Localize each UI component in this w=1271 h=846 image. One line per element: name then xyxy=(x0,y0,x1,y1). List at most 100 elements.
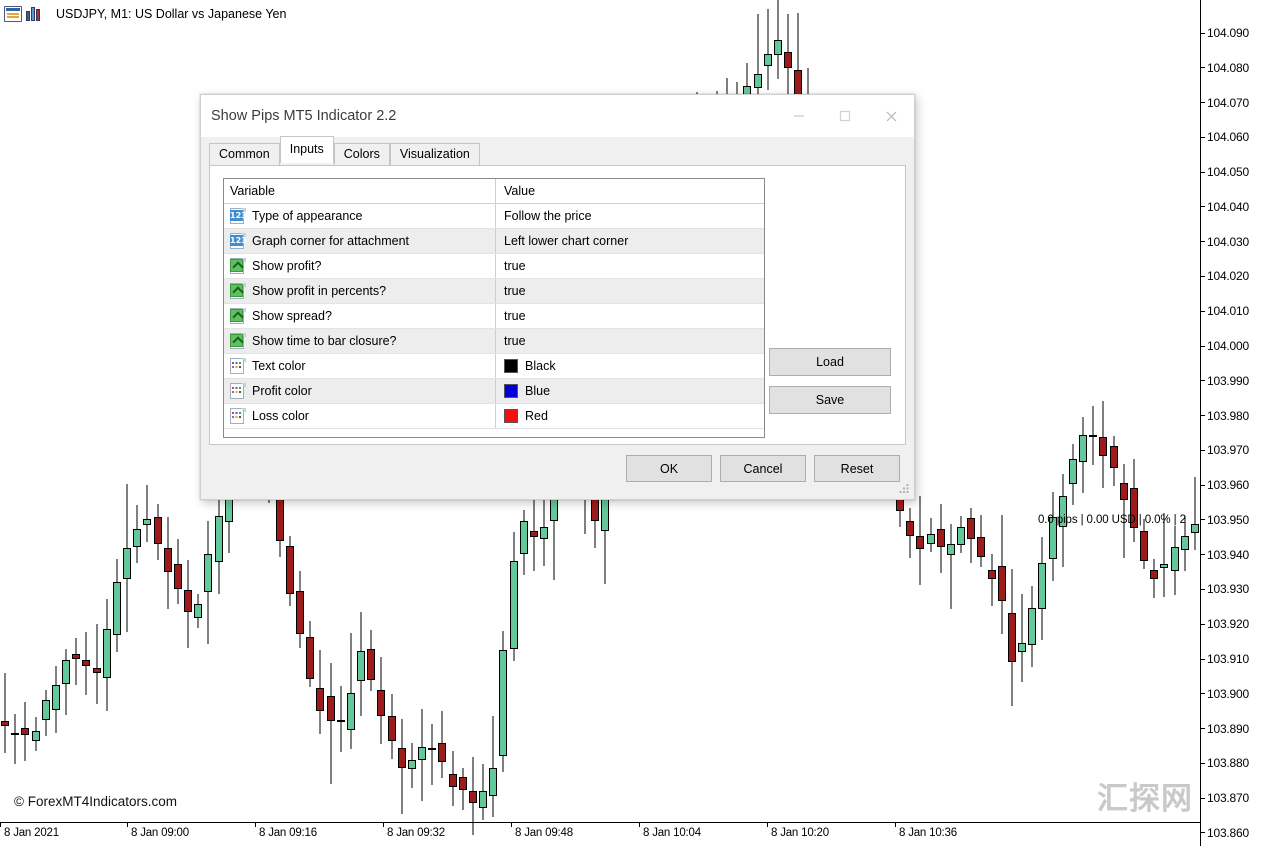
candle-body xyxy=(102,628,111,679)
candlestick xyxy=(936,28,945,822)
candlestick xyxy=(133,28,142,822)
table-row[interactable]: Show profit? true xyxy=(224,254,764,279)
candle-body xyxy=(123,547,132,580)
price-axis[interactable]: 104.090 104.080 104.070 104.060 104.050 104.0… xyxy=(1200,0,1271,846)
candle-body xyxy=(346,693,355,730)
candle-body xyxy=(519,520,528,555)
candlestick xyxy=(1048,28,1057,822)
candlestick xyxy=(153,28,162,822)
save-button[interactable]: Save xyxy=(769,386,891,414)
price-tick-label: 104.030 xyxy=(1207,234,1249,249)
candle-body xyxy=(1007,613,1016,663)
time-tick-label: 8 Jan 09:00 xyxy=(127,823,189,839)
candlestick xyxy=(11,28,20,822)
table-row[interactable]: Show time to bar closure? true xyxy=(224,329,764,354)
price-tick: 103.990 xyxy=(1201,374,1249,388)
candlestick xyxy=(957,28,966,822)
time-axis[interactable]: 8 Jan 2021 8 Jan 09:00 8 Jan 09:16 8 Jan 09… xyxy=(0,822,1200,846)
cell-value[interactable]: true xyxy=(496,254,764,278)
resize-grip[interactable] xyxy=(898,483,911,496)
inputs-tab-panel: Variable Value 123 Type of appearance Follow… xyxy=(209,165,906,445)
candle-body xyxy=(72,653,81,659)
close-button[interactable] xyxy=(868,95,914,137)
cell-value[interactable]: Follow the price xyxy=(496,204,764,228)
candlestick xyxy=(1190,28,1199,822)
table-row[interactable]: 123 Type of appearance Follow the price xyxy=(224,204,764,229)
price-tick-label: 103.880 xyxy=(1207,756,1249,771)
chart-copyright: © ForexMT4Indicators.com xyxy=(14,794,177,809)
tick-mark-icon xyxy=(1201,519,1205,521)
candlestick xyxy=(1,28,10,822)
price-tick: 103.950 xyxy=(1201,513,1249,527)
cell-variable: 123 Type of appearance xyxy=(224,204,496,228)
cell-value[interactable]: Blue xyxy=(496,379,764,403)
tick-mark-icon xyxy=(1201,206,1205,208)
tab-visualization[interactable]: Visualization xyxy=(389,143,480,166)
chart-bars-icon[interactable] xyxy=(26,6,44,22)
cell-variable: 123 Graph corner for attachment xyxy=(224,229,496,253)
table-row[interactable]: Loss color Red xyxy=(224,404,764,429)
tick-mark-icon xyxy=(1201,623,1205,625)
maximize-button[interactable] xyxy=(822,95,868,137)
color-swatch xyxy=(504,359,518,373)
table-row[interactable]: Text color Black xyxy=(224,354,764,379)
enum-icon: 123 xyxy=(230,233,247,249)
ok-button[interactable]: OK xyxy=(626,455,712,482)
cell-value[interactable]: Left lower chart corner xyxy=(496,229,764,253)
price-tick: 104.090 xyxy=(1201,26,1249,40)
candle-body xyxy=(153,517,162,544)
candlestick xyxy=(184,28,193,822)
window-controls xyxy=(776,95,914,137)
cancel-button[interactable]: Cancel xyxy=(720,455,806,482)
variable-label: Loss color xyxy=(252,409,309,423)
reset-button[interactable]: Reset xyxy=(814,455,900,482)
candle-body xyxy=(62,659,71,685)
value-label: true xyxy=(504,284,526,298)
properties-icon[interactable] xyxy=(4,6,22,22)
variable-label: Profit color xyxy=(252,384,312,398)
price-tick-label: 103.970 xyxy=(1207,443,1249,458)
enum-icon: 123 xyxy=(230,208,247,224)
price-tick: 103.890 xyxy=(1201,722,1249,736)
candlestick xyxy=(1170,28,1179,822)
preset-buttons: Load Save xyxy=(769,348,891,414)
cell-value[interactable]: true xyxy=(496,279,764,303)
candle-body xyxy=(906,520,915,537)
candlestick xyxy=(1099,28,1108,822)
candle-body xyxy=(306,636,315,679)
candle-wick xyxy=(146,485,148,542)
cell-value[interactable]: Black xyxy=(496,354,764,378)
tick-mark-icon xyxy=(1201,275,1205,277)
parameters-table[interactable]: Variable Value 123 Type of appearance Follow… xyxy=(223,178,765,438)
tick-mark-icon xyxy=(1201,484,1205,486)
minimize-button[interactable] xyxy=(776,95,822,137)
show-pips-readout: 0.0 pips | 0.00 USD | 0.0% | 2 xyxy=(1038,514,1186,526)
candle-wick xyxy=(350,632,352,750)
price-tick-label: 103.980 xyxy=(1207,408,1249,423)
table-row[interactable]: Show spread? true xyxy=(224,304,764,329)
table-row[interactable]: Show profit in percents? true xyxy=(224,279,764,304)
cell-value[interactable]: Red xyxy=(496,404,764,428)
table-row[interactable]: Profit color Blue xyxy=(224,379,764,404)
candle-body xyxy=(926,533,935,545)
candle-body xyxy=(1160,564,1169,568)
candlestick xyxy=(41,28,50,822)
cell-value[interactable]: true xyxy=(496,329,764,353)
candle-body xyxy=(194,603,203,619)
candle-body xyxy=(784,52,793,68)
dialog-titlebar[interactable]: Show Pips MT5 Indicator 2.2 xyxy=(201,95,914,137)
table-row[interactable]: 123 Graph corner for attachment Left lower… xyxy=(224,229,764,254)
price-tick-label: 103.860 xyxy=(1207,825,1249,840)
tick-mark-icon xyxy=(1201,102,1205,104)
cell-value[interactable]: true xyxy=(496,304,764,328)
tick-mark-icon xyxy=(1201,32,1205,34)
tab-common[interactable]: Common xyxy=(209,143,280,166)
tab-inputs[interactable]: Inputs xyxy=(279,136,334,163)
tab-colors[interactable]: Colors xyxy=(333,143,390,166)
load-button[interactable]: Load xyxy=(769,348,891,376)
time-tick-label: 8 Jan 10:20 xyxy=(767,823,829,839)
candle-wick xyxy=(14,714,16,765)
price-tick: 103.910 xyxy=(1201,652,1249,666)
header-variable-label: Variable xyxy=(230,184,275,198)
close-icon xyxy=(886,111,896,121)
